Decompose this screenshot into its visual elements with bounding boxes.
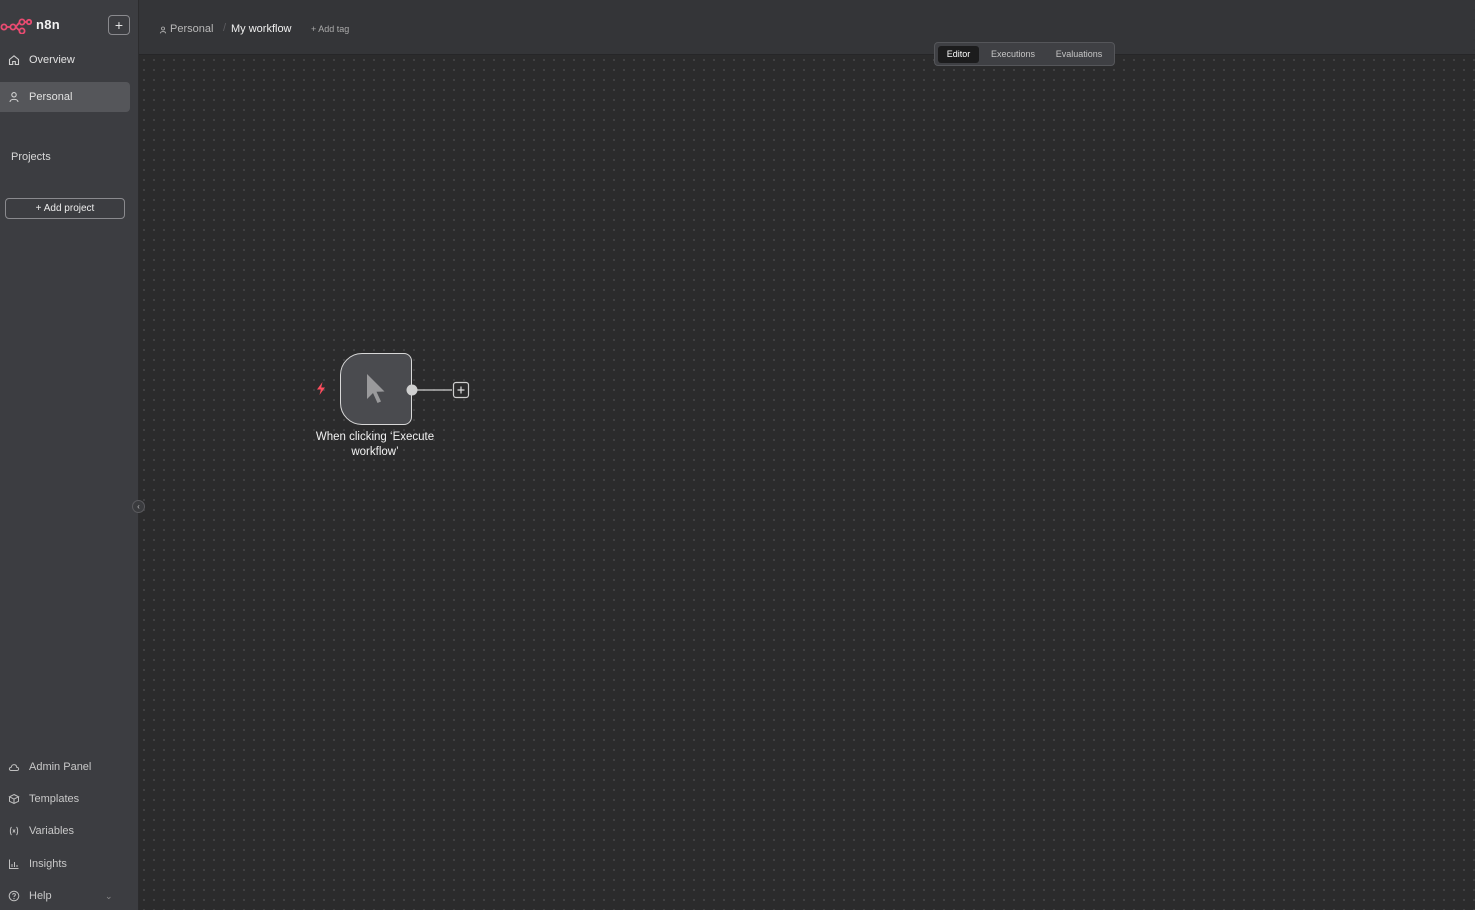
view-tabs: Editor Executions Evaluations xyxy=(934,42,1115,66)
node-label: When clicking ‘Execute workflow’ xyxy=(315,431,435,458)
sidebar-item-help[interactable]: Help ⌄ xyxy=(0,884,130,908)
breadcrumb-project[interactable]: Personal xyxy=(170,23,213,35)
sidebar-item-label: Insights xyxy=(29,858,67,870)
workflow-name[interactable]: My workflow xyxy=(231,23,292,35)
tab-editor[interactable]: Editor xyxy=(938,46,979,63)
workflow-canvas[interactable] xyxy=(139,55,1475,910)
cloud-icon xyxy=(8,764,20,771)
tab-executions[interactable]: Executions xyxy=(983,46,1043,63)
add-node-plus-icon[interactable] xyxy=(452,381,470,399)
sidebar: n8n + Overview Personal Projects + Add p… xyxy=(0,0,139,910)
workflow-header: Personal / My workflow + Add tag xyxy=(139,0,1475,55)
sidebar-item-label: Variables xyxy=(29,825,75,837)
app-name: n8n xyxy=(36,17,61,32)
collapse-sidebar-button[interactable]: ‹ xyxy=(132,500,145,513)
bolt-icon xyxy=(317,382,325,395)
sidebar-item-label: Personal xyxy=(29,91,73,103)
sidebar-item-overview[interactable]: Overview xyxy=(0,45,130,75)
user-icon xyxy=(159,26,167,34)
chevron-down-icon: ⌄ xyxy=(105,891,113,901)
variables-icon xyxy=(9,826,19,836)
n8n-logo-icon xyxy=(0,18,32,34)
cursor-icon xyxy=(367,374,385,403)
sidebar-item-admin-panel[interactable]: Admin Panel xyxy=(0,755,130,779)
trigger-node[interactable] xyxy=(340,353,412,425)
help-icon xyxy=(8,890,20,902)
sidebar-item-label: Admin Panel xyxy=(29,761,92,773)
sidebar-item-templates[interactable]: Templates xyxy=(0,787,130,811)
breadcrumb-separator: / xyxy=(223,22,227,34)
user-icon xyxy=(9,92,19,103)
tab-evaluations[interactable]: Evaluations xyxy=(1047,46,1111,63)
bar-chart-icon xyxy=(9,859,19,869)
home-icon xyxy=(8,55,20,66)
create-new-button[interactable]: + xyxy=(108,15,130,35)
add-tag-button[interactable]: + Add tag xyxy=(311,24,349,34)
sidebar-item-insights[interactable]: Insights xyxy=(0,852,130,876)
add-project-button[interactable]: + Add project xyxy=(5,198,125,219)
sidebar-item-label: Help xyxy=(29,890,52,902)
sidebar-item-personal[interactable]: Personal xyxy=(0,82,130,112)
sidebar-item-label: Overview xyxy=(29,54,75,66)
box-icon xyxy=(8,793,20,805)
sidebar-item-variables[interactable]: Variables xyxy=(0,819,130,843)
sidebar-item-label: Templates xyxy=(29,793,80,805)
projects-heading: Projects xyxy=(11,151,51,163)
